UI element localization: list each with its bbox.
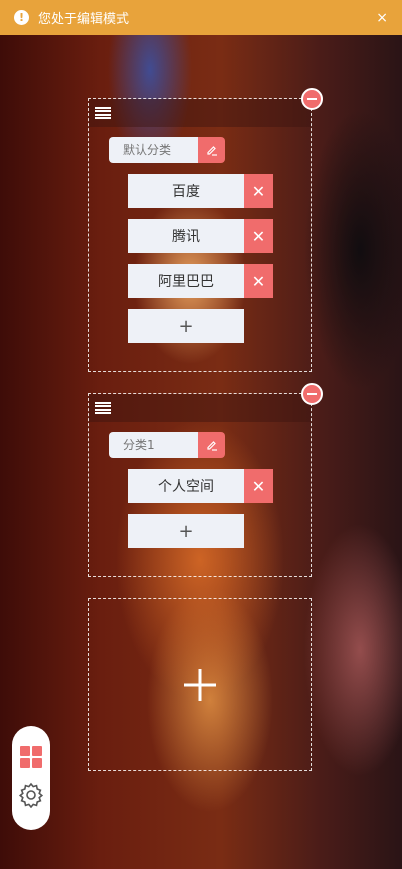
category-name-row	[109, 137, 225, 163]
delete-site-button[interactable]: ✕	[244, 219, 273, 253]
group-header[interactable]	[89, 394, 311, 422]
delete-site-button[interactable]: ✕	[244, 174, 273, 208]
remove-group-button[interactable]	[301, 88, 323, 110]
close-notice-button[interactable]: ×	[376, 10, 388, 26]
minus-circle-icon	[307, 393, 317, 395]
site-item: 阿里巴巴 ✕	[128, 264, 273, 298]
edit-category-button[interactable]	[198, 137, 225, 163]
plus-icon	[184, 668, 216, 701]
add-site-button[interactable]: +	[128, 514, 244, 548]
site-item: 百度 ✕	[128, 174, 273, 208]
add-group-button[interactable]	[88, 598, 312, 771]
category-name-input[interactable]	[109, 137, 198, 163]
group-header[interactable]	[89, 99, 311, 127]
site-item: 腾讯 ✕	[128, 219, 273, 253]
grid-icon[interactable]	[20, 746, 42, 768]
pencil-icon	[206, 146, 217, 156]
menu-lines-icon[interactable]	[95, 402, 111, 414]
floating-dock	[12, 726, 50, 830]
category-group-2: 个人空间 ✕ +	[88, 383, 323, 577]
menu-lines-icon[interactable]	[95, 107, 111, 119]
edit-mode-notice: ! 您处于编辑模式 ×	[0, 0, 402, 35]
minus-circle-icon	[307, 98, 317, 100]
category-name-row	[109, 432, 225, 458]
category-name-input[interactable]	[109, 432, 198, 458]
site-baidu[interactable]: 百度	[128, 174, 244, 208]
gear-icon[interactable]	[18, 782, 44, 808]
site-personal-space[interactable]: 个人空间	[128, 469, 244, 503]
category-group-1: 百度 ✕ 腾讯 ✕ 阿里巴巴 ✕ +	[88, 88, 323, 372]
site-item: 个人空间 ✕	[128, 469, 273, 503]
site-alibaba[interactable]: 阿里巴巴	[128, 264, 244, 298]
exclamation-circle-icon: !	[14, 10, 29, 25]
site-tencent[interactable]: 腾讯	[128, 219, 244, 253]
edit-category-button[interactable]	[198, 432, 225, 458]
pencil-icon	[206, 441, 217, 451]
delete-site-button[interactable]: ✕	[244, 469, 273, 503]
remove-group-button[interactable]	[301, 383, 323, 405]
add-site-button[interactable]: +	[128, 309, 244, 343]
delete-site-button[interactable]: ✕	[244, 264, 273, 298]
notice-text: 您处于编辑模式	[38, 12, 130, 27]
